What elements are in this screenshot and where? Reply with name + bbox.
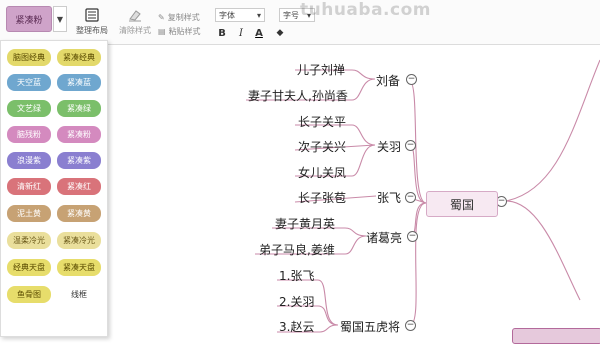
branch-liubei[interactable]: 刘备: [376, 72, 400, 89]
collapse-toggle-wuhu[interactable]: −: [405, 320, 416, 331]
theme-option[interactable]: 紧凑冷光: [57, 232, 101, 249]
theme-option[interactable]: 浪漫紫: [7, 152, 51, 169]
leaf-guanyu-son1[interactable]: 长子关平: [298, 113, 346, 130]
collapse-toggle-guanyu[interactable]: −: [405, 140, 416, 151]
leaf-liubei-son[interactable]: 儿子刘禅: [297, 61, 345, 78]
theme-option[interactable]: 脑残粉: [7, 126, 51, 143]
theme-panel: 脑图经典 紧凑经典 天空蓝 紧凑蓝 文艺绿 紧凑绿 脑残粉 紧凑粉 浪漫紫 紧凑…: [0, 40, 108, 337]
theme-option[interactable]: 紧凑黄: [57, 205, 101, 222]
partial-node[interactable]: [512, 328, 600, 344]
root-node[interactable]: 蜀国: [426, 191, 498, 217]
theme-option[interactable]: 紧凑蓝: [57, 74, 101, 91]
theme-option[interactable]: 紧凑紫: [57, 152, 101, 169]
leaf-wuhu-1[interactable]: 1.张飞: [279, 267, 314, 284]
theme-option[interactable]: 紧凑经典: [57, 49, 101, 66]
leaf-zhangfei-son[interactable]: 长子张苞: [298, 189, 346, 206]
branch-wuhu[interactable]: 蜀国五虎将: [340, 318, 400, 335]
branch-guanyu[interactable]: 关羽: [377, 138, 401, 155]
collapse-toggle-liubei[interactable]: −: [406, 74, 417, 85]
leaf-zhuge-student[interactable]: 弟子马良,姜维: [259, 241, 335, 258]
theme-option[interactable]: 泥土黄: [7, 205, 51, 222]
branch-zhuge[interactable]: 诸葛亮: [366, 229, 402, 246]
theme-option[interactable]: 紧凑红: [57, 178, 101, 195]
leaf-wuhu-2[interactable]: 2.关羽: [279, 293, 314, 310]
theme-option[interactable]: 天空蓝: [7, 74, 51, 91]
collapse-toggle-zhuge[interactable]: −: [407, 231, 418, 242]
theme-option[interactable]: 清新红: [7, 178, 51, 195]
theme-option[interactable]: 线框: [57, 286, 101, 303]
theme-option[interactable]: 经典天盘: [7, 259, 51, 276]
theme-option[interactable]: 文艺绿: [7, 100, 51, 117]
leaf-guanyu-son2[interactable]: 次子关兴: [298, 138, 346, 155]
theme-option[interactable]: 脑图经典: [7, 49, 51, 66]
leaf-zhuge-wife[interactable]: 妻子黄月英: [275, 215, 335, 232]
branch-zhangfei[interactable]: 张飞: [377, 189, 401, 206]
theme-option[interactable]: 紧凑粉: [57, 126, 101, 143]
theme-option[interactable]: 紧凑天盘: [57, 259, 101, 276]
leaf-wuhu-3[interactable]: 3.赵云: [279, 318, 314, 335]
theme-option[interactable]: 鱼骨图: [7, 286, 51, 303]
collapse-toggle-zhangfei[interactable]: −: [405, 192, 416, 203]
leaf-liubei-wife[interactable]: 妻子甘夫人,孙尚香: [248, 87, 348, 104]
theme-option[interactable]: 紧凑绿: [57, 100, 101, 117]
leaf-guanyu-daughter[interactable]: 女儿关凤: [298, 164, 346, 181]
theme-option[interactable]: 温柔冷光: [7, 232, 51, 249]
